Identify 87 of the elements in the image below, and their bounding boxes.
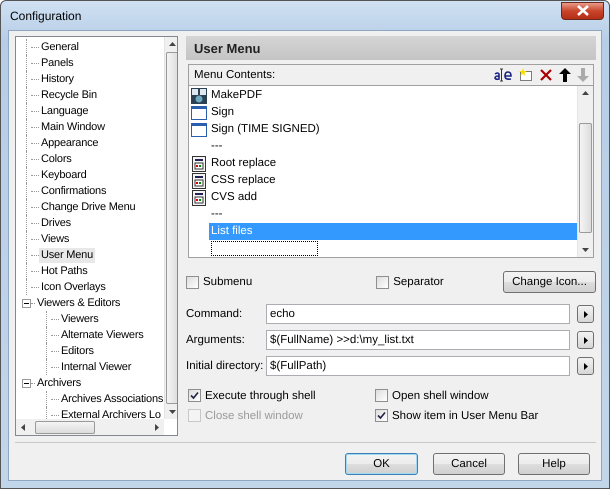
- close-button[interactable]: [561, 2, 604, 20]
- tree-item[interactable]: Language: [39, 104, 90, 118]
- scroll-left-icon: [21, 424, 25, 430]
- script-icon: [192, 190, 206, 206]
- menu-item[interactable]: ---: [209, 206, 577, 223]
- tree-item[interactable]: Hot Paths: [39, 264, 90, 278]
- scroll-down-icon: [169, 410, 176, 414]
- scroll-thumb[interactable]: [35, 420, 95, 434]
- field-label: Arguments:: [186, 334, 246, 346]
- tree-item[interactable]: History: [39, 72, 76, 86]
- scroll-thumb[interactable]: [166, 52, 177, 404]
- tree-item[interactable]: User Menu: [39, 248, 95, 262]
- checkbox[interactable]: [375, 409, 388, 422]
- page-title: User Menu: [194, 40, 260, 56]
- play-icon: [584, 362, 588, 370]
- input-field[interactable]: echo: [266, 304, 570, 324]
- menu-item[interactable]: Sign: [209, 104, 577, 121]
- tree-item[interactable]: Main Window: [39, 120, 107, 134]
- tree-item[interactable]: Panels: [39, 56, 76, 70]
- program-icon: [191, 88, 207, 104]
- script-icon: [192, 172, 206, 188]
- menu-item[interactable]: CVS add: [209, 189, 577, 206]
- checkbox-label: Close shell window: [205, 410, 303, 422]
- field-label: Initial directory:: [186, 360, 264, 372]
- tree-item[interactable]: Viewers & Editors: [35, 296, 122, 310]
- play-icon: [584, 336, 588, 344]
- scroll-up-icon: [169, 42, 176, 46]
- rename-icon[interactable]: [493, 68, 513, 82]
- insert-button[interactable]: [577, 331, 594, 349]
- horizontal-scrollbar[interactable]: [16, 419, 164, 435]
- tree-item[interactable]: General: [39, 40, 81, 54]
- tree-item[interactable]: Drives: [39, 216, 73, 230]
- checkbox-label: Separator: [393, 276, 444, 288]
- checkbox[interactable]: [376, 276, 390, 288]
- vertical-scrollbar[interactable]: [577, 86, 593, 257]
- vertical-scrollbar[interactable]: [164, 37, 177, 419]
- tree-item[interactable]: Change Drive Menu: [39, 200, 138, 214]
- tree-item[interactable]: Confirmations: [39, 184, 108, 198]
- checkbox-label: Submenu: [203, 276, 252, 288]
- new-item-icon[interactable]: [519, 68, 533, 82]
- window-title: Configuration: [9, 8, 82, 22]
- scroll-thumb[interactable]: [579, 123, 592, 233]
- tree-item[interactable]: Colors: [39, 152, 74, 166]
- checkbox-label: Show item in User Menu Bar: [392, 410, 538, 422]
- scroll-down-icon: [582, 248, 589, 252]
- tree-item[interactable]: Keyboard: [39, 168, 88, 182]
- tree-item[interactable]: Appearance: [39, 136, 100, 150]
- tree-item[interactable]: External Archivers Lo: [59, 408, 163, 419]
- tree-item[interactable]: Icon Overlays: [39, 280, 108, 294]
- move-up-icon[interactable]: [559, 68, 571, 82]
- checkbox[interactable]: [186, 276, 199, 288]
- scroll-up-icon: [582, 91, 589, 95]
- menu-item[interactable]: Root replace: [209, 155, 577, 172]
- checkbox[interactable]: [375, 389, 388, 402]
- input-field[interactable]: $(FullName) >>d:\my_list.txt: [266, 330, 570, 350]
- dialog-button[interactable]: OK: [345, 453, 418, 475]
- tree-item[interactable]: Alternate Viewers: [59, 328, 146, 342]
- checkbox-label: Open shell window: [392, 390, 489, 402]
- tree-item[interactable]: Recycle Bin: [39, 88, 99, 102]
- input-field[interactable]: $(FullPath): [266, 356, 570, 376]
- play-icon: [584, 310, 588, 318]
- menu-item[interactable]: CSS replace: [209, 172, 577, 189]
- tree-item[interactable]: Viewers: [59, 312, 101, 326]
- scroll-right-icon: [155, 424, 159, 430]
- menu-item[interactable]: Sign (TIME SIGNED): [209, 121, 577, 138]
- menu-contents-label: Menu Contents:: [194, 69, 276, 81]
- delete-icon[interactable]: [539, 68, 553, 82]
- change-icon-button[interactable]: Change Icon...: [503, 271, 596, 293]
- close-icon: [576, 5, 590, 16]
- tree-item[interactable]: Views: [39, 232, 72, 246]
- tree-item[interactable]: Editors: [59, 344, 96, 358]
- collapse-icon[interactable]: [22, 298, 31, 308]
- tree-item[interactable]: Archivers: [35, 376, 84, 390]
- checkbox-label: Execute through shell: [205, 390, 316, 402]
- menu-item[interactable]: MakePDF: [209, 87, 577, 104]
- insert-button[interactable]: [577, 357, 594, 375]
- new-item-field[interactable]: [211, 241, 318, 256]
- script-icon: [192, 156, 206, 172]
- insert-button[interactable]: [577, 305, 594, 323]
- field-label: Command:: [186, 308, 244, 320]
- tree-item[interactable]: Archives Associations: [59, 392, 164, 406]
- tree-item[interactable]: Internal Viewer: [59, 360, 134, 374]
- checkbox[interactable]: [188, 389, 201, 402]
- menu-item[interactable]: ---: [209, 138, 577, 155]
- dialog-button[interactable]: Cancel: [433, 453, 505, 475]
- dialog-button[interactable]: Help: [518, 453, 590, 475]
- collapse-icon[interactable]: [22, 378, 31, 388]
